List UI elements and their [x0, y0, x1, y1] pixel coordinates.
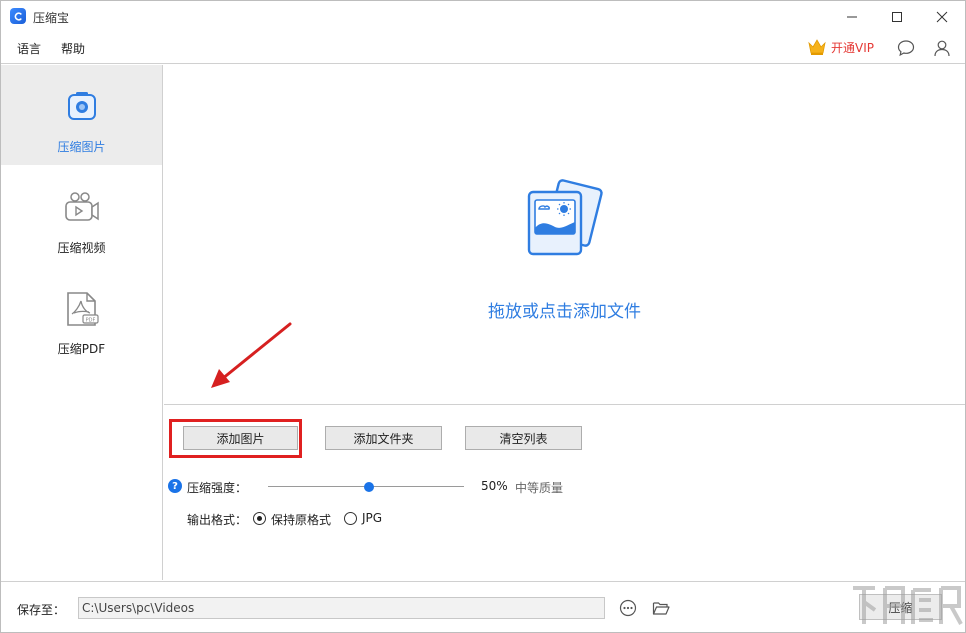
maximize-button[interactable]	[874, 1, 920, 32]
menu-language[interactable]: 语言	[17, 40, 41, 57]
compression-strength-label: 压缩强度：	[187, 481, 248, 495]
output-format-label: 输出格式：	[187, 513, 248, 527]
menu-help[interactable]: 帮助	[61, 40, 85, 57]
radio-label-keep-original[interactable]: 保持原格式	[271, 511, 331, 528]
slider-thumb[interactable]	[364, 482, 374, 492]
sidebar-item-compress-pdf[interactable]: PDF 压缩PDF	[1, 267, 162, 367]
sidebar-item-label: 压缩视频	[57, 241, 106, 255]
menu-bar: 语言 帮助 开通VIP	[1, 32, 965, 64]
bottom-bar: 保存至： 压缩	[1, 581, 965, 632]
close-button[interactable]	[919, 1, 965, 32]
radio-keep-original-format[interactable]	[253, 512, 266, 525]
vip-label: 开通VIP	[831, 40, 874, 55]
watermark-logo-icon	[853, 586, 963, 625]
sidebar-item-compress-video[interactable]: 压缩视频	[1, 166, 162, 266]
chat-icon[interactable]	[897, 39, 915, 57]
save-to-label: 保存至：	[17, 603, 66, 617]
sidebar-item-compress-image[interactable]: 压缩图片	[1, 65, 162, 165]
user-icon[interactable]	[933, 39, 951, 57]
minimize-button[interactable]	[829, 1, 875, 32]
annotation-highlight-box	[169, 419, 302, 458]
open-folder-icon[interactable]	[652, 599, 670, 617]
sidebar-item-label: 压缩PDF	[57, 342, 106, 356]
sidebar: 压缩图片 压缩视频 PDF 压缩PDF	[1, 65, 163, 580]
help-icon[interactable]: ?	[168, 479, 182, 493]
more-options-icon[interactable]	[619, 599, 637, 617]
svg-text:PDF: PDF	[86, 318, 96, 324]
minimize-icon	[847, 16, 857, 17]
title-bar: 压缩宝	[1, 1, 965, 32]
image-gallery-icon	[527, 179, 603, 256]
compression-percent: 50%	[481, 479, 508, 493]
save-path-input[interactable]	[78, 597, 605, 619]
radio-label-jpg[interactable]: JPG	[362, 511, 382, 525]
radio-jpg-format[interactable]	[344, 512, 357, 525]
clear-list-button[interactable]: 清空列表	[465, 426, 582, 450]
quality-label: 中等质量	[515, 481, 564, 495]
app-logo-icon	[10, 8, 26, 24]
vip-button[interactable]: 开通VIP	[807, 38, 874, 56]
crown-icon	[808, 39, 826, 55]
pdf-icon: PDF	[67, 292, 99, 326]
sidebar-item-label: 压缩图片	[57, 140, 106, 154]
annotation-arrow-icon	[211, 322, 292, 388]
window-title: 压缩宝	[33, 11, 70, 25]
add-folder-button[interactable]: 添加文件夹	[325, 426, 442, 450]
close-icon	[936, 11, 948, 22]
app-window: 压缩宝 语言 帮助 开通VIP 压缩图片 压缩视频 PDF 压缩PDF 拖放或点…	[0, 0, 966, 633]
compression-strength-slider[interactable]	[268, 481, 464, 493]
camera-icon	[68, 92, 96, 120]
maximize-icon	[892, 11, 902, 22]
video-camera-icon	[65, 192, 99, 221]
